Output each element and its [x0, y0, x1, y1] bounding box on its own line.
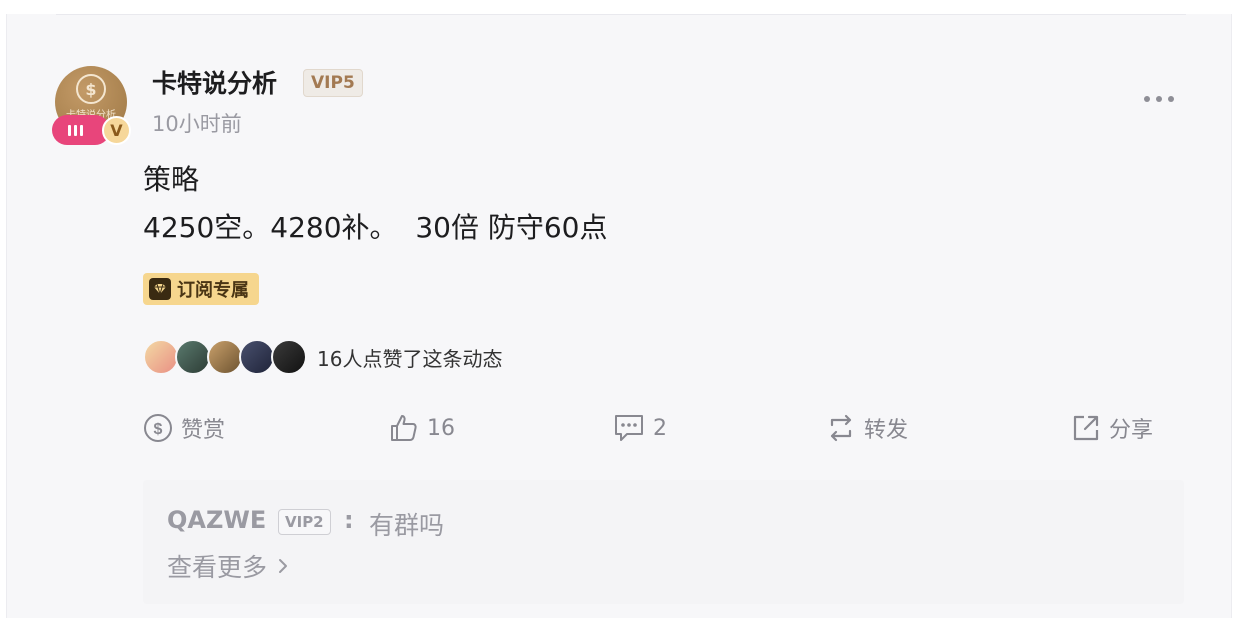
verified-badge: V	[102, 116, 131, 145]
comment-icon	[615, 415, 643, 441]
reward-label: 赞赏	[181, 418, 226, 443]
reply-username[interactable]: QAZWE	[167, 506, 266, 534]
more-icon[interactable]	[1144, 96, 1174, 102]
like-icon	[391, 415, 417, 441]
share-icon	[1073, 415, 1099, 441]
chevron-right-icon	[279, 559, 288, 573]
post-timestamp: 10小时前	[152, 112, 242, 136]
liker-avatar[interactable]	[271, 339, 307, 375]
post-title: 策略	[143, 163, 200, 196]
view-more-link[interactable]: 查看更多	[167, 548, 289, 584]
diamond-icon	[149, 278, 171, 300]
subscription-tag[interactable]: 订阅专属	[143, 273, 259, 305]
repost-icon	[830, 414, 852, 442]
repost-label: 转发	[864, 418, 909, 443]
liker-avatar[interactable]	[143, 339, 179, 375]
comment-count: 2	[653, 415, 667, 441]
divider	[56, 14, 1186, 15]
view-more-label: 查看更多	[167, 553, 268, 582]
repost-button[interactable]: 转发	[826, 410, 908, 446]
liker-avatar[interactable]	[239, 339, 275, 375]
avatar-logo: $	[76, 74, 106, 104]
reply-text: 有群吗	[369, 511, 445, 540]
share-button[interactable]: 分享	[1071, 410, 1153, 446]
reply-preview[interactable]	[143, 480, 1184, 604]
live-icon	[68, 124, 83, 136]
author-name[interactable]: 卡特说分析	[152, 64, 277, 100]
reply-separator: :	[344, 506, 354, 534]
reward-icon: $	[144, 414, 172, 442]
vip-badge: VIP5	[303, 69, 363, 97]
like-count: 16	[427, 415, 455, 441]
comment-button[interactable]: 2	[613, 410, 667, 446]
subscription-tag-label: 订阅专属	[177, 280, 249, 301]
liker-avatar[interactable]	[175, 339, 211, 375]
likes-summary[interactable]: 16人点赞了这条动态	[317, 343, 502, 372]
reply-vip-badge: VIP2	[278, 509, 331, 535]
reward-button[interactable]: $ 赞赏	[143, 410, 225, 446]
svg-text:$: $	[154, 421, 163, 438]
like-button[interactable]: 16	[389, 410, 455, 446]
liker-avatar[interactable]	[207, 339, 243, 375]
likers-row[interactable]: 16人点赞了这条动态	[143, 338, 502, 376]
post-body: 4250空。4280补。 30倍 防守60点	[143, 211, 608, 244]
share-label: 分享	[1109, 418, 1154, 443]
